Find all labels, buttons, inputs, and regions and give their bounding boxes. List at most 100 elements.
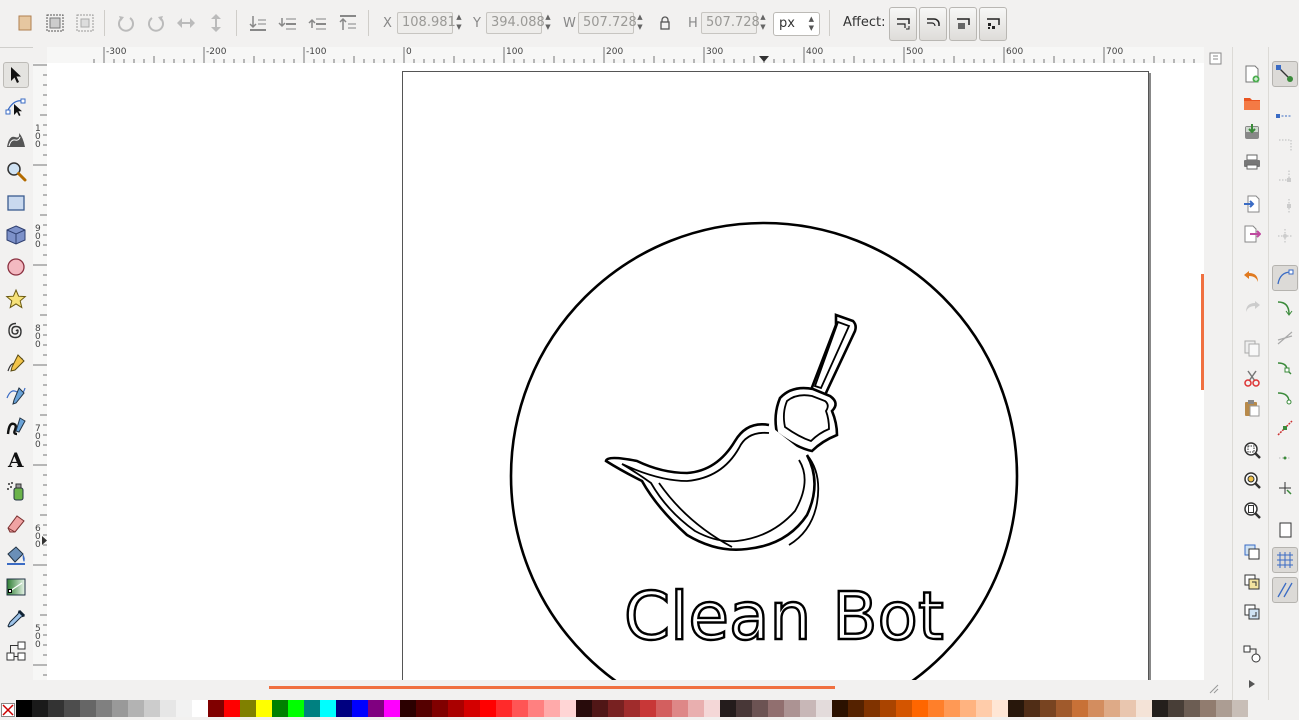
- clone-button[interactable]: [1241, 571, 1263, 593]
- palette-swatch[interactable]: [1040, 700, 1056, 717]
- palette-swatch[interactable]: [1120, 700, 1136, 717]
- transform-patterns-button[interactable]: [979, 7, 1007, 41]
- rotate-cw-icon[interactable]: [145, 12, 167, 34]
- w-field[interactable]: 507.728: [578, 12, 637, 34]
- palette-swatch[interactable]: [416, 700, 432, 717]
- duplicate-button[interactable]: [1241, 541, 1263, 563]
- open-button[interactable]: [1241, 92, 1263, 114]
- palette-swatch[interactable]: [912, 700, 928, 717]
- 3d-box-tool[interactable]: [3, 222, 29, 248]
- y-spinner[interactable]: ▲ ▼: [542, 12, 554, 34]
- palette-swatch[interactable]: [576, 700, 592, 717]
- palette-swatch[interactable]: [704, 700, 720, 717]
- snap-toggle-button[interactable]: [1272, 61, 1298, 87]
- palette-swatch[interactable]: [608, 700, 624, 717]
- drawing-canvas[interactable]: Clean Bot: [47, 63, 1204, 680]
- palette-swatch[interactable]: [1136, 700, 1152, 717]
- palette-swatch[interactable]: [640, 700, 656, 717]
- redo-button[interactable]: [1241, 295, 1263, 317]
- palette-swatch[interactable]: [224, 700, 240, 717]
- raise-to-top-icon[interactable]: [337, 12, 359, 34]
- palette-swatch[interactable]: [768, 700, 784, 717]
- palette-swatch[interactable]: [1056, 700, 1072, 717]
- paste-button[interactable]: [1241, 397, 1263, 419]
- palette-swatch[interactable]: [832, 700, 848, 717]
- rectangle-tool[interactable]: [3, 190, 29, 216]
- palette-swatch[interactable]: [1184, 700, 1200, 717]
- palette-swatch[interactable]: [592, 700, 608, 717]
- new-document-button[interactable]: [1241, 63, 1263, 85]
- palette-swatch[interactable]: [1168, 700, 1184, 717]
- spiral-tool[interactable]: [3, 318, 29, 344]
- x-field[interactable]: 108.981: [397, 12, 456, 34]
- palette-swatch[interactable]: [1216, 700, 1232, 717]
- palette-swatch[interactable]: [352, 700, 368, 717]
- palette-swatch[interactable]: [800, 700, 816, 717]
- palette-swatch[interactable]: [384, 700, 400, 717]
- palette-swatch[interactable]: [1024, 700, 1040, 717]
- select-all-icon[interactable]: [14, 12, 36, 34]
- deselect-icon[interactable]: [74, 12, 96, 34]
- palette-swatch[interactable]: [544, 700, 560, 717]
- palette-swatch[interactable]: [624, 700, 640, 717]
- palette-swatch[interactable]: [1008, 700, 1024, 717]
- snap-bbox-corners-button[interactable]: [1272, 163, 1298, 189]
- scale-rounded-corners-button[interactable]: [919, 7, 947, 41]
- palette-swatch[interactable]: [160, 700, 176, 717]
- palette-swatch[interactable]: [432, 700, 448, 717]
- rotate-ccw-icon[interactable]: [115, 12, 137, 34]
- palette-swatch[interactable]: [192, 700, 208, 717]
- snap-intersections-button[interactable]: [1272, 325, 1298, 351]
- palette-swatch[interactable]: [368, 700, 384, 717]
- horizontal-ruler[interactable]: -300 -200 -100 0 100 200 300 400 500 600 700: [47, 47, 1204, 64]
- palette-swatch[interactable]: [48, 700, 64, 717]
- palette-swatch[interactable]: [176, 700, 192, 717]
- palette-swatch[interactable]: [96, 700, 112, 717]
- snap-bbox-edges-button[interactable]: [1272, 133, 1298, 159]
- transform-gradients-button[interactable]: [949, 7, 977, 41]
- scale-stroke-button[interactable]: [889, 7, 917, 41]
- zoom-drawing-button[interactable]: [1241, 469, 1263, 491]
- palette-swatch[interactable]: [464, 700, 480, 717]
- snap-bbox-button[interactable]: [1272, 103, 1298, 129]
- lock-icon[interactable]: [654, 12, 676, 34]
- flip-horizontal-icon[interactable]: [175, 12, 197, 34]
- lower-to-bottom-icon[interactable]: [247, 12, 269, 34]
- zoom-tool[interactable]: [3, 158, 29, 184]
- horizontal-scrollbar[interactable]: [47, 680, 1232, 700]
- snap-rotation-center-button[interactable]: [1272, 475, 1298, 501]
- h-spinner[interactable]: ▲ ▼: [757, 12, 769, 34]
- tweak-tool[interactable]: [3, 126, 29, 152]
- palette-swatch[interactable]: [784, 700, 800, 717]
- import-button[interactable]: [1241, 193, 1263, 215]
- palette-swatch[interactable]: [976, 700, 992, 717]
- palette-swatch[interactable]: [736, 700, 752, 717]
- palette-swatch[interactable]: [880, 700, 896, 717]
- more-commands-button[interactable]: [1241, 673, 1263, 695]
- palette-swatch[interactable]: [496, 700, 512, 717]
- selector-tool[interactable]: [3, 62, 29, 88]
- snap-cusp-nodes-button[interactable]: [1272, 355, 1298, 381]
- palette-swatch[interactable]: [32, 700, 48, 717]
- unit-select[interactable]: px ▲ ▼: [773, 12, 820, 36]
- node-tool[interactable]: [3, 94, 29, 120]
- save-button[interactable]: [1241, 121, 1263, 143]
- snap-object-midpoints-button[interactable]: [1272, 445, 1298, 471]
- calligraphy-tool[interactable]: [3, 414, 29, 440]
- palette-swatch[interactable]: [80, 700, 96, 717]
- palette-swatch[interactable]: [144, 700, 160, 717]
- palette-swatch[interactable]: [1088, 700, 1104, 717]
- x-spinner[interactable]: ▲ ▼: [453, 12, 465, 34]
- palette-swatch[interactable]: [528, 700, 544, 717]
- palette-swatch[interactable]: [320, 700, 336, 717]
- palette-swatch[interactable]: [752, 700, 768, 717]
- print-button[interactable]: [1241, 151, 1263, 173]
- snap-grids-button[interactable]: [1272, 547, 1298, 573]
- y-field[interactable]: 394.088: [486, 12, 545, 34]
- snap-bbox-midpoints-button[interactable]: [1272, 193, 1298, 219]
- palette-swatch[interactable]: [512, 700, 528, 717]
- spray-tool[interactable]: [3, 478, 29, 504]
- palette-swatch[interactable]: [1200, 700, 1216, 717]
- zoom-selection-button[interactable]: [1241, 439, 1263, 461]
- no-paint-swatch[interactable]: [0, 700, 16, 720]
